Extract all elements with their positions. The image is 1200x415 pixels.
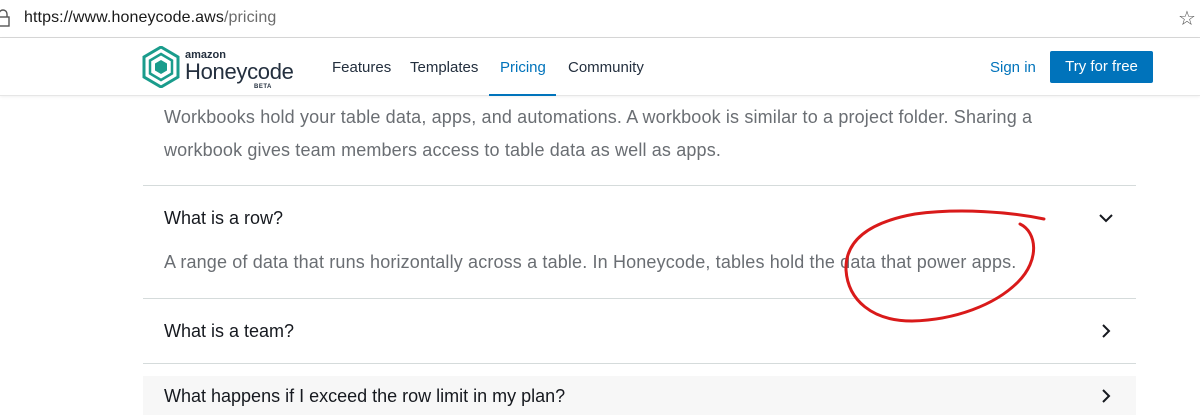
faq-question-row-limit[interactable]: What happens if I exceed the row limit i… [164, 386, 565, 407]
faq-question-team[interactable]: What is a team? [164, 321, 294, 342]
nav-features[interactable]: Features [332, 59, 391, 76]
faq-answer-row: A range of data that runs horizontally a… [164, 252, 1017, 272]
sign-in-link[interactable]: Sign in [990, 59, 1036, 76]
nav-community[interactable]: Community [568, 59, 644, 76]
honeycode-logo[interactable]: amazon Honeycode BETA [142, 46, 302, 90]
faq-answer-workbook-line1: Workbooks hold your table data, apps, an… [164, 107, 1033, 127]
chevron-right-icon[interactable] [1098, 388, 1114, 404]
faq-divider [143, 363, 1136, 364]
chevron-down-icon[interactable] [1098, 210, 1114, 226]
faq-divider [143, 185, 1136, 186]
try-for-free-button[interactable]: Try for free [1050, 51, 1153, 83]
logo-name: Honeycode [185, 59, 294, 84]
logo-beta-badge: BETA [254, 84, 272, 90]
active-nav-indicator [489, 94, 556, 96]
nav-templates[interactable]: Templates [410, 59, 478, 76]
nav-pricing[interactable]: Pricing [500, 59, 546, 76]
lock-icon [0, 9, 10, 27]
browser-address-bar[interactable]: https://www.honeycode.aws/pricing ☆ [0, 0, 1200, 38]
honeycode-hexagon-icon [142, 46, 180, 88]
chevron-right-icon[interactable] [1098, 323, 1114, 339]
faq-question-row[interactable]: What is a row? [164, 208, 283, 229]
url-text[interactable]: https://www.honeycode.aws/pricing [24, 9, 276, 27]
faq-divider [143, 298, 1136, 299]
star-icon[interactable]: ☆ [1178, 6, 1196, 31]
faq-answer-workbook-line2: workbook gives team members access to ta… [164, 140, 722, 160]
site-header: amazon Honeycode BETA Features Templates… [0, 38, 1200, 96]
